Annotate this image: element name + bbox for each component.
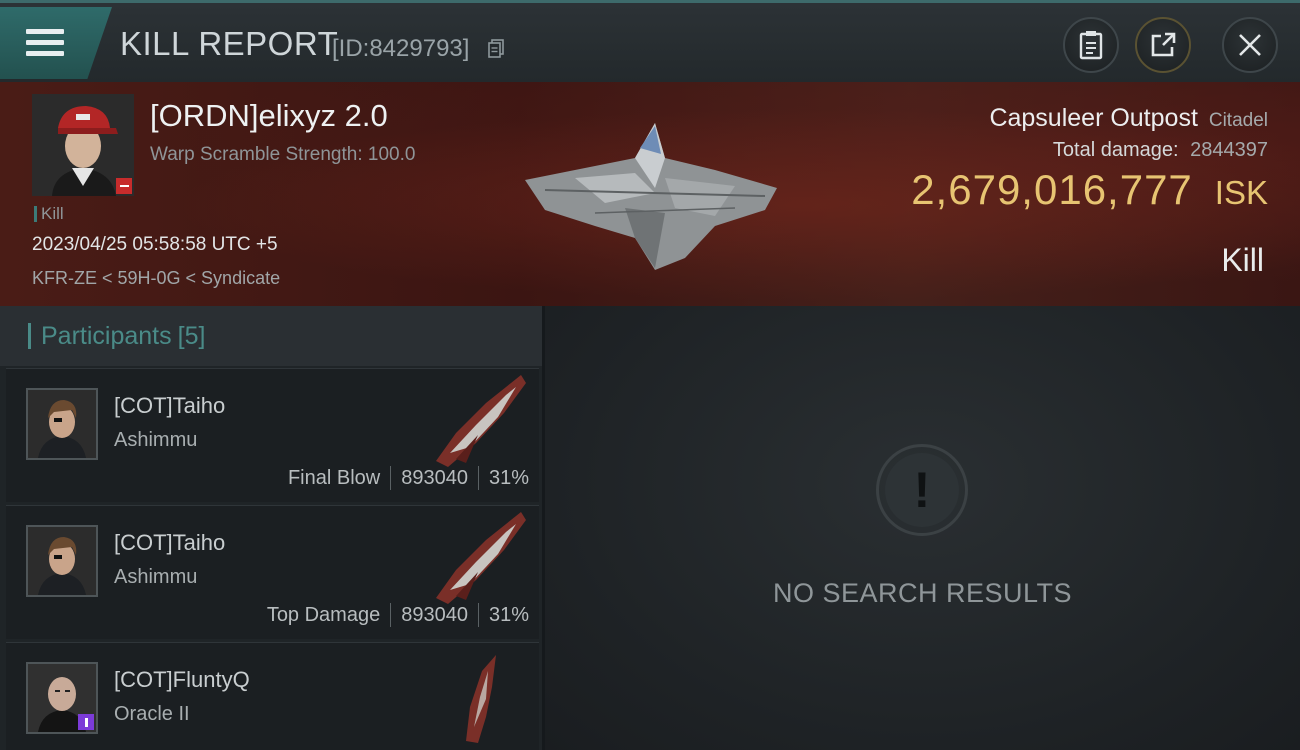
clipboard-icon [1079,31,1103,60]
divider [477,603,479,627]
isk-value: 2,679,016,777 [911,166,1193,213]
participant-percent: 31% [488,466,529,489]
kill-result-label: Kill [1221,242,1264,278]
participant-avatar[interactable] [26,662,98,734]
copy-icon[interactable] [488,39,504,59]
total-damage-label: Total damage: [1052,139,1179,161]
participants-label: Participants [41,321,172,350]
participants-header: Participants [5] [0,306,542,366]
participant-name[interactable]: [COT]Taiho [114,393,225,419]
participant-avatar[interactable] [26,388,98,460]
victim-ship[interactable]: Capsuleer Outpost Citadel [911,104,1268,133]
participant-ship: Ashimmu [114,429,198,451]
isk-value-line: 2,679,016,777 ISK [911,166,1268,214]
participant-stats: Top Damage 893040 31% [267,603,529,627]
ship-image [436,375,526,467]
participant-avatar[interactable] [26,525,98,597]
kill-banner: [ORDN]elixyz 2.0 Warp Scramble Strength:… [0,82,1300,306]
participant-name[interactable]: [COT]Taiho [114,530,225,556]
divider [390,603,392,627]
citadel-ship-image [525,123,777,270]
victim-portrait[interactable] [32,94,134,196]
participants-count: [5] [177,321,206,350]
close-button[interactable] [1222,17,1278,73]
total-damage-value: 2844397 [1190,139,1268,161]
export-button[interactable] [1135,17,1191,73]
details-panel: ! NO SEARCH RESULTS [545,306,1300,750]
scramble-strength: Warp Scramble Strength: 100.0 [150,144,416,165]
participant-name[interactable]: [COT]FluntyQ [114,667,250,693]
header-accent-bar [28,323,31,349]
participant-role: Final Blow [287,466,381,489]
participant-role: Top Damage [266,603,381,626]
close-icon [1239,34,1261,56]
victim-ship-class: Citadel [1208,110,1268,131]
victim-name[interactable]: [ORDN]elixyz 2.0 [150,98,388,134]
participant-damage: 893040 [401,466,468,489]
menu-button[interactable] [0,7,112,79]
kill-id: [ID:8429793] [332,35,470,62]
participant-stats: Final Blow 893040 31% [288,466,529,490]
participant-row[interactable]: [COT]Taiho Ashimmu Top Damage 893040 31% [6,505,539,639]
isk-unit: ISK [1214,174,1268,211]
menu-icon [26,29,64,57]
participant-avatar-image [28,527,96,595]
kill-tag: Kill [34,204,64,224]
participant-row[interactable]: [COT]Taiho Ashimmu Final Blow 893040 31% [6,368,539,502]
ship-image [466,655,496,743]
divider [390,466,392,490]
kill-tag-label: Kill [41,204,64,223]
divider [477,466,479,490]
ship-image [436,512,526,604]
participant-percent: 31% [488,603,529,626]
kill-datetime: 2023/04/25 05:58:58 UTC +5 [32,234,278,255]
alert-icon: ! [876,444,968,536]
participant-avatar-image [28,390,96,458]
clipboard-button[interactable] [1063,17,1119,73]
participant-damage: 893040 [401,603,468,626]
status-badge [78,714,94,730]
victim-ship-name: Capsuleer Outpost [989,104,1198,132]
top-bar: KILL REPORT [ID:8429793] [0,0,1300,82]
participant-row[interactable]: [COT]FluntyQ Oracle II [6,642,539,750]
tag-accent-bar [34,206,37,222]
total-damage: Total damage: 2844397 [911,139,1268,162]
kill-summary: Capsuleer Outpost Citadel Total damage: … [911,104,1268,214]
status-badge [116,178,132,194]
participants-panel: Participants [5] [COT]Taiho Ashimmu Fina… [0,306,542,750]
page-title: KILL REPORT [120,25,339,62]
participant-ship: Ashimmu [114,566,198,588]
kill-location[interactable]: KFR-ZE < 59H-0G < Syndicate [32,268,280,289]
empty-state-message: NO SEARCH RESULTS [772,578,1073,608]
export-icon [1151,32,1176,57]
participant-ship: Oracle II [114,703,190,725]
